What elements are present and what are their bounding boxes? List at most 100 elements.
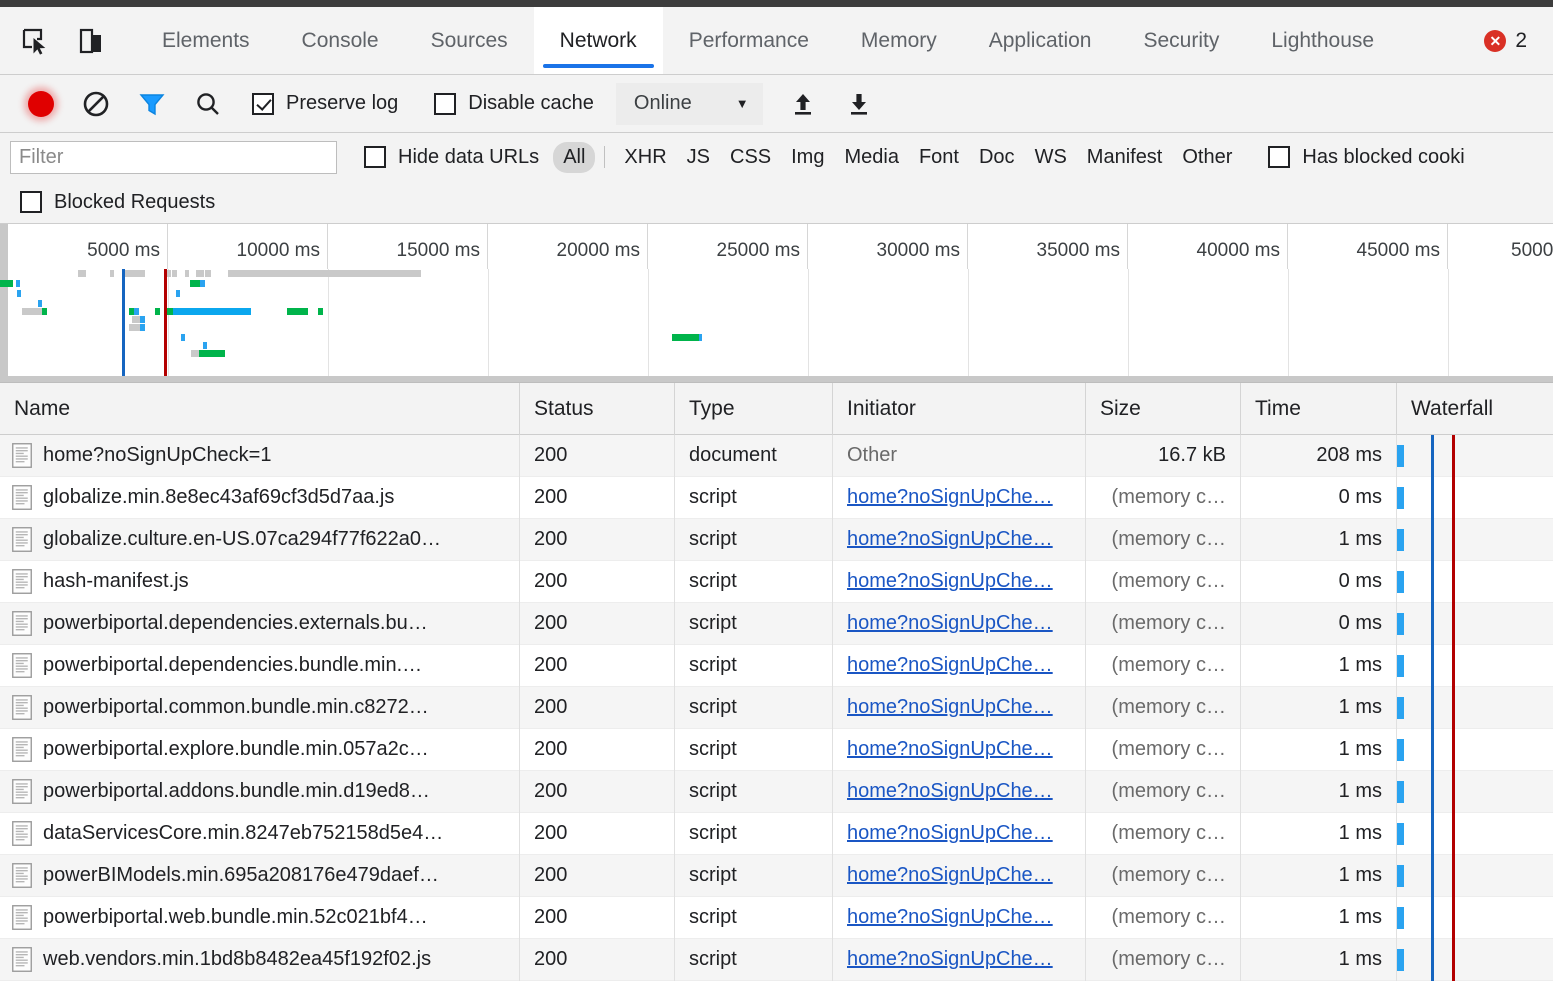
cell-waterfall[interactable] [1397,897,1553,939]
tab-security[interactable]: Security [1117,7,1245,74]
network-overview[interactable]: 5000 ms 10000 ms 15000 ms 20000 ms 25000… [0,224,1553,383]
chip-css[interactable]: CSS [720,142,781,173]
table-row[interactable]: powerbiportal.dependencies.externals.bu…… [0,603,1553,645]
initiator-link[interactable]: home?noSignUpChe… [847,612,1053,635]
cell-name[interactable]: globalize.min.8e8ec43af69cf3d5d7aa.js [0,477,520,519]
cell-name[interactable]: powerbiportal.common.bundle.min.c8272… [0,687,520,729]
tab-console[interactable]: Console [276,7,405,74]
hide-data-urls-checkbox[interactable]: Hide data URLs [364,146,539,169]
cell-initiator[interactable]: home?noSignUpChe… [833,645,1086,687]
cell-name[interactable]: powerBIModels.min.695a208176e479daef… [0,855,520,897]
cell-name[interactable]: powerbiportal.explore.bundle.min.057a2c… [0,729,520,771]
initiator-link[interactable]: home?noSignUpChe… [847,738,1053,761]
table-row[interactable]: powerbiportal.addons.bundle.min.d19ed8…2… [0,771,1553,813]
initiator-link[interactable]: home?noSignUpChe… [847,906,1053,929]
chip-all[interactable]: All [553,142,595,173]
blocked-requests-checkbox[interactable]: Blocked Requests [20,191,215,214]
tab-performance[interactable]: Performance [663,7,835,74]
cell-name[interactable]: dataServicesCore.min.8247eb752158d5e4… [0,813,520,855]
initiator-link[interactable]: home?noSignUpChe… [847,654,1053,677]
cell-waterfall[interactable] [1397,687,1553,729]
throttling-select[interactable]: Online ▼ [616,83,763,125]
cell-waterfall[interactable] [1397,813,1553,855]
initiator-link[interactable]: home?noSignUpChe… [847,696,1053,719]
cell-name[interactable]: powerbiportal.web.bundle.min.52c021bf4… [0,897,520,939]
initiator-link[interactable]: home?noSignUpChe… [847,486,1053,509]
column-header-waterfall[interactable]: Waterfall [1397,383,1553,435]
cell-initiator[interactable]: home?noSignUpChe… [833,729,1086,771]
filter-input[interactable] [10,141,337,174]
cell-waterfall[interactable] [1397,729,1553,771]
cell-waterfall[interactable] [1397,477,1553,519]
initiator-link[interactable]: home?noSignUpChe… [847,864,1053,887]
cell-name[interactable]: hash-manifest.js [0,561,520,603]
table-row[interactable]: web.vendors.min.1bd8b8482ea45f192f02.js2… [0,939,1553,981]
cell-name[interactable]: powerbiportal.dependencies.bundle.min.… [0,645,520,687]
search-icon[interactable] [180,75,236,133]
column-header-time[interactable]: Time [1241,383,1397,435]
chip-img[interactable]: Img [781,142,834,173]
cell-name[interactable]: globalize.culture.en-US.07ca294f77f622a0… [0,519,520,561]
filter-funnel-icon[interactable] [124,75,180,133]
cell-name[interactable]: home?noSignUpCheck=1 [0,435,520,477]
tab-sources[interactable]: Sources [405,7,534,74]
cell-initiator[interactable]: home?noSignUpChe… [833,771,1086,813]
cell-initiator[interactable]: home?noSignUpChe… [833,897,1086,939]
initiator-link[interactable]: home?noSignUpChe… [847,780,1053,803]
table-row[interactable]: powerbiportal.web.bundle.min.52c021bf4…2… [0,897,1553,939]
cell-initiator[interactable]: home?noSignUpChe… [833,561,1086,603]
inspect-element-icon[interactable] [18,24,52,58]
column-header-name[interactable]: Name [0,383,520,435]
cell-initiator[interactable]: home?noSignUpChe… [833,687,1086,729]
cell-waterfall[interactable] [1397,855,1553,897]
cell-initiator[interactable]: home?noSignUpChe… [833,477,1086,519]
table-row[interactable]: dataServicesCore.min.8247eb752158d5e4…20… [0,813,1553,855]
record-button[interactable] [14,75,68,133]
cell-waterfall[interactable] [1397,939,1553,981]
cell-initiator[interactable]: home?noSignUpChe… [833,519,1086,561]
cell-waterfall[interactable] [1397,561,1553,603]
export-har-icon[interactable] [831,75,887,133]
clear-button[interactable] [68,75,124,133]
table-row[interactable]: globalize.min.8e8ec43af69cf3d5d7aa.js200… [0,477,1553,519]
table-row[interactable]: home?noSignUpCheck=1200documentOther16.7… [0,435,1553,477]
chip-doc[interactable]: Doc [969,142,1025,173]
cell-name[interactable]: powerbiportal.dependencies.externals.bu… [0,603,520,645]
column-header-size[interactable]: Size [1086,383,1241,435]
initiator-link[interactable]: home?noSignUpChe… [847,948,1053,971]
table-row[interactable]: powerBIModels.min.695a208176e479daef…200… [0,855,1553,897]
cell-name[interactable]: powerbiportal.addons.bundle.min.d19ed8… [0,771,520,813]
preserve-log-checkbox[interactable]: Preserve log [252,92,398,115]
cell-initiator[interactable]: home?noSignUpChe… [833,813,1086,855]
has-blocked-cookies-checkbox[interactable]: Has blocked cooki [1268,146,1464,169]
cell-waterfall[interactable] [1397,645,1553,687]
chip-ws[interactable]: WS [1025,142,1077,173]
chip-font[interactable]: Font [909,142,969,173]
chip-js[interactable]: JS [677,142,720,173]
initiator-link[interactable]: home?noSignUpChe… [847,822,1053,845]
tab-application[interactable]: Application [963,7,1118,74]
cell-initiator[interactable]: home?noSignUpChe… [833,603,1086,645]
chip-other[interactable]: Other [1172,142,1242,173]
tab-elements[interactable]: Elements [136,7,276,74]
cell-waterfall[interactable] [1397,771,1553,813]
import-har-icon[interactable] [775,75,831,133]
cell-name[interactable]: web.vendors.min.1bd8b8482ea45f192f02.js [0,939,520,981]
tab-lighthouse[interactable]: Lighthouse [1245,7,1400,74]
initiator-link[interactable]: home?noSignUpChe… [847,528,1053,551]
table-row[interactable]: powerbiportal.explore.bundle.min.057a2c…… [0,729,1553,771]
cell-waterfall[interactable] [1397,435,1553,477]
device-toolbar-icon[interactable] [74,24,108,58]
initiator-link[interactable]: home?noSignUpChe… [847,570,1053,593]
table-row[interactable]: hash-manifest.js200scripthome?noSignUpCh… [0,561,1553,603]
disable-cache-checkbox[interactable]: Disable cache [434,92,594,115]
column-header-status[interactable]: Status [520,383,675,435]
tab-network[interactable]: Network [534,7,663,74]
table-row[interactable]: globalize.culture.en-US.07ca294f77f622a0… [0,519,1553,561]
chip-manifest[interactable]: Manifest [1077,142,1173,173]
column-header-initiator[interactable]: Initiator [833,383,1086,435]
cell-waterfall[interactable] [1397,519,1553,561]
tab-memory[interactable]: Memory [835,7,963,74]
table-row[interactable]: powerbiportal.common.bundle.min.c8272…20… [0,687,1553,729]
cell-waterfall[interactable] [1397,603,1553,645]
